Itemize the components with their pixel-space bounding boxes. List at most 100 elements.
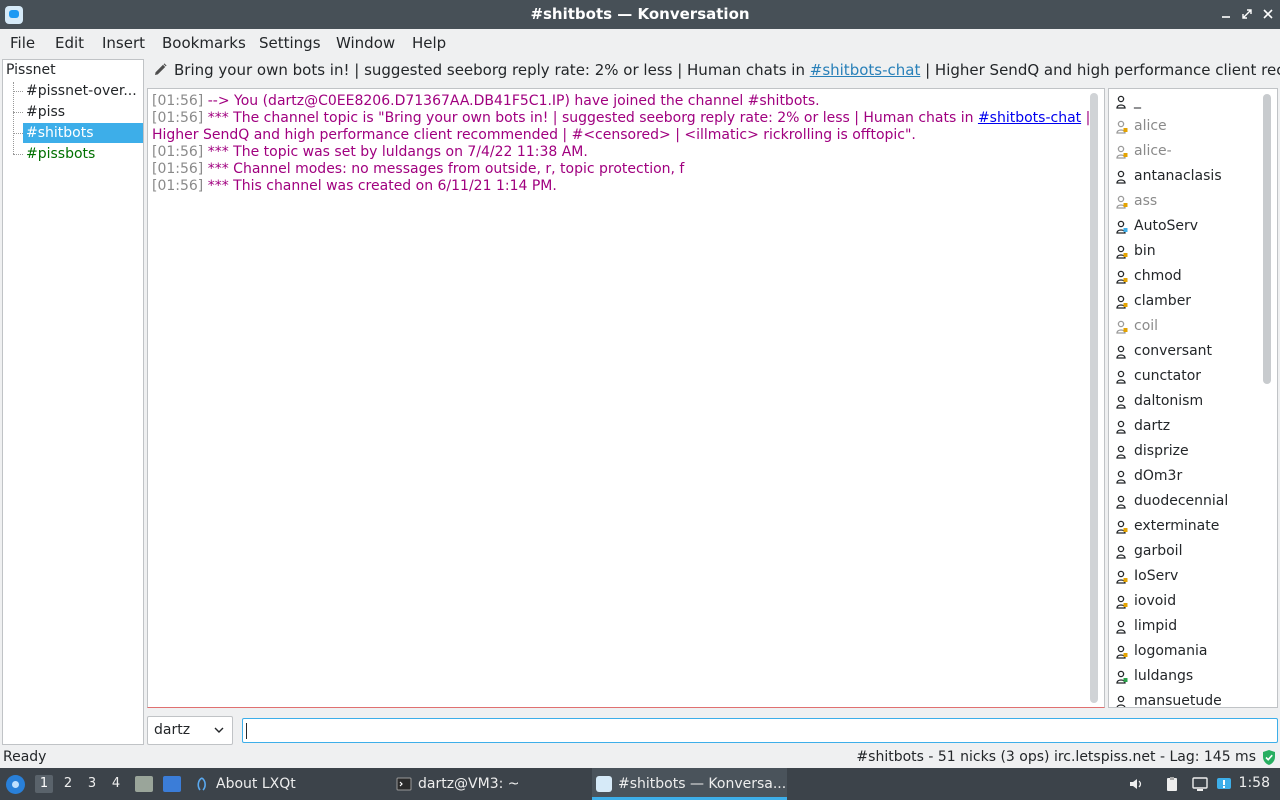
chat-scrollbar[interactable] bbox=[1090, 93, 1098, 703]
nick-item[interactable]: exterminate bbox=[1109, 515, 1259, 540]
minimize-icon[interactable] bbox=[1217, 5, 1235, 23]
edit-topic-pencil-icon[interactable] bbox=[152, 62, 168, 78]
task-konversation[interactable]: #shitbots — Konversa... bbox=[592, 768, 787, 800]
desktop-1[interactable]: 1 bbox=[35, 775, 53, 793]
clipboard-icon[interactable] bbox=[1164, 776, 1180, 792]
menu-file[interactable]: File bbox=[10, 34, 35, 52]
nick-item[interactable]: disprize bbox=[1109, 440, 1259, 465]
user-icon bbox=[1116, 120, 1128, 134]
tree-guide-line bbox=[13, 112, 23, 113]
nick-name: antanaclasis bbox=[1134, 168, 1222, 184]
menu-settings[interactable]: Settings bbox=[259, 34, 321, 52]
nick-item[interactable]: mansuetude bbox=[1109, 690, 1259, 707]
tree-server-pissnet[interactable]: Pissnet bbox=[6, 62, 56, 78]
menu-bar: File Edit Insert Bookmarks Settings Wind… bbox=[0, 29, 1280, 57]
user-icon bbox=[1116, 520, 1128, 534]
chat-line: [01:56] *** The topic was set by luldang… bbox=[152, 144, 588, 160]
chat-line: Higher SendQ and high performance client… bbox=[152, 127, 916, 143]
nick-name: garboil bbox=[1134, 543, 1183, 559]
desktop-4[interactable]: 4 bbox=[107, 775, 125, 793]
menu-window[interactable]: Window bbox=[336, 34, 395, 52]
menu-bookmarks[interactable]: Bookmarks bbox=[162, 34, 246, 52]
nick-name: limpid bbox=[1134, 618, 1178, 634]
notification-icon[interactable] bbox=[1216, 776, 1232, 792]
chat-channel-link[interactable]: #shitbots-chat bbox=[978, 110, 1081, 126]
nick-name: luldangs bbox=[1134, 668, 1194, 684]
clock[interactable]: 1:58 bbox=[1239, 775, 1270, 791]
ssl-shield-icon[interactable] bbox=[1261, 749, 1277, 766]
nick-name: coil bbox=[1134, 318, 1159, 334]
user-icon bbox=[1116, 595, 1128, 609]
nick-item[interactable]: garboil bbox=[1109, 540, 1259, 565]
window-title: #shitbots — Konversation bbox=[530, 5, 750, 23]
chat-log[interactable]: [01:56] --> You (dartz@C0EE8206.D71367AA… bbox=[147, 88, 1105, 708]
nick-item[interactable]: logomania bbox=[1109, 640, 1259, 665]
user-icon bbox=[1116, 570, 1128, 584]
message-input[interactable] bbox=[242, 718, 1278, 743]
nick-item[interactable]: AutoServ bbox=[1109, 215, 1259, 240]
tree-guide-line bbox=[13, 133, 23, 134]
nick-list: _ alice alice-antanaclasis ass AutoServ bin ch… bbox=[1108, 88, 1278, 708]
start-menu-icon[interactable] bbox=[6, 775, 25, 794]
status-text: Ready bbox=[3, 749, 47, 765]
nick-item[interactable]: IoServ bbox=[1109, 565, 1259, 590]
konversation-task-icon bbox=[596, 776, 612, 792]
user-icon bbox=[1116, 320, 1128, 334]
file-manager-icon[interactable] bbox=[135, 776, 153, 792]
volume-icon[interactable] bbox=[1128, 776, 1144, 792]
menu-insert[interactable]: Insert bbox=[102, 34, 145, 52]
nick-name: iovoid bbox=[1134, 593, 1177, 609]
nick-item[interactable]: luldangs bbox=[1109, 665, 1259, 690]
user-icon bbox=[1116, 270, 1128, 284]
user-icon bbox=[1116, 445, 1126, 459]
maximize-icon[interactable] bbox=[1238, 5, 1256, 23]
task-terminal[interactable]: dartz@VM3: ~ bbox=[392, 768, 587, 800]
topic-channel-link[interactable]: #shitbots-chat bbox=[810, 61, 921, 79]
network-monitor-icon[interactable] bbox=[1192, 776, 1208, 792]
nick-item[interactable]: antanaclasis bbox=[1109, 165, 1259, 190]
menu-help[interactable]: Help bbox=[412, 34, 446, 52]
nick-item[interactable]: coil bbox=[1109, 315, 1259, 340]
nick-item[interactable]: cunctator bbox=[1109, 365, 1259, 390]
tree-guide-line bbox=[13, 154, 23, 155]
nick-item[interactable]: dOm3r bbox=[1109, 465, 1259, 490]
channel-topic-bar: Bring your own bots in! | suggested seeb… bbox=[150, 59, 1280, 83]
user-icon bbox=[1116, 220, 1128, 234]
nick-list-scrollbar[interactable] bbox=[1263, 94, 1271, 384]
nick-item[interactable]: alice bbox=[1109, 115, 1259, 140]
nick-item[interactable]: alice- bbox=[1109, 140, 1259, 165]
nick-item[interactable]: iovoid bbox=[1109, 590, 1259, 615]
chat-line: [01:56] *** This channel was created on … bbox=[152, 178, 557, 194]
desktop-3[interactable]: 3 bbox=[83, 775, 101, 793]
nick-item[interactable]: clamber bbox=[1109, 290, 1259, 315]
nick-selector[interactable]: dartz bbox=[147, 716, 233, 745]
nick-item[interactable]: daltonism bbox=[1109, 390, 1259, 415]
nick-item[interactable]: limpid bbox=[1109, 615, 1259, 640]
nick-name: IoServ bbox=[1134, 568, 1179, 584]
nick-item[interactable]: chmod bbox=[1109, 265, 1259, 290]
nick-name: bin bbox=[1134, 243, 1156, 259]
nick-item[interactable]: dartz bbox=[1109, 415, 1259, 440]
desktop-2[interactable]: 2 bbox=[59, 775, 77, 793]
tree-item-pissnet-over[interactable]: #pissnet-over... bbox=[23, 81, 143, 101]
nick-name: ass bbox=[1134, 193, 1158, 209]
user-icon bbox=[1116, 145, 1128, 159]
user-icon bbox=[1116, 695, 1126, 707]
nick-item[interactable]: bin bbox=[1109, 240, 1259, 265]
nick-name: chmod bbox=[1134, 268, 1182, 284]
nick-item[interactable]: duodecennial bbox=[1109, 490, 1259, 515]
tree-item-piss[interactable]: #piss bbox=[23, 102, 143, 122]
tree-item-shitbots[interactable]: #shitbots bbox=[23, 123, 143, 143]
tree-item-pissbots[interactable]: #pissbots bbox=[23, 144, 143, 164]
nick-item[interactable]: conversant bbox=[1109, 340, 1259, 365]
menu-edit[interactable]: Edit bbox=[55, 34, 84, 52]
nick-name: logomania bbox=[1134, 643, 1208, 659]
task-about-lxqt[interactable]: About LXQt bbox=[190, 768, 385, 800]
nick-name: dartz bbox=[1134, 418, 1171, 434]
nick-item[interactable]: ass bbox=[1109, 190, 1259, 215]
show-desktop-icon[interactable] bbox=[163, 776, 181, 792]
nick-item[interactable]: _ bbox=[1109, 90, 1259, 115]
user-icon bbox=[1116, 420, 1126, 434]
chat-line: [01:56] *** Channel modes: no messages f… bbox=[152, 161, 685, 177]
close-icon[interactable] bbox=[1259, 5, 1277, 23]
